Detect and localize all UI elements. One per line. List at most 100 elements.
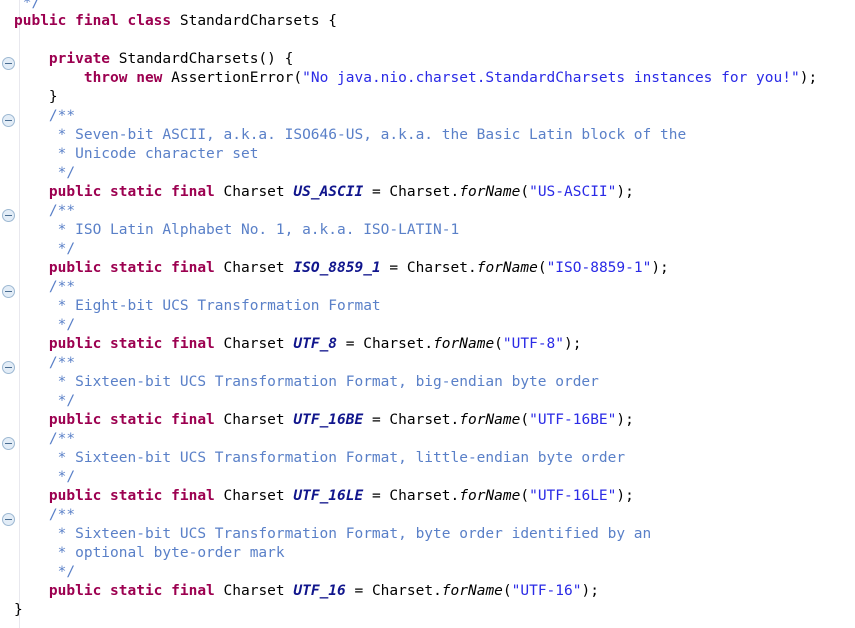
code-token-plain: ( (520, 488, 530, 504)
code-token-str: "UTF-16LE" (529, 488, 617, 504)
code-token-str: "ISO-8859-1" (546, 260, 652, 276)
code-token-jdoc: /** (14, 431, 76, 447)
code-token-smeth: forName (433, 336, 495, 352)
code-token-plain: AssertionError( (162, 70, 303, 86)
code-token-sfield: UTF_16BE (293, 412, 364, 428)
line-javadoc-body-utf-16-2: * optional byte-order mark (14, 544, 285, 563)
line-field-us-ascii: public static final Charset US_ASCII = C… (14, 183, 634, 202)
code-token-plain: ( (502, 583, 512, 599)
code-token-plain: } (14, 602, 23, 618)
code-token-str: "UTF-16" (511, 583, 582, 599)
code-token-plain: ( (520, 184, 530, 200)
code-token-kw: public static final (48, 336, 215, 352)
code-token-plain: ); (616, 412, 634, 428)
line-javadoc-body-utf-8: * Eight-bit UCS Transformation Format (14, 297, 381, 316)
code-token-jdoc: */ (14, 0, 41, 11)
line-javadoc-open-utf-16: /** (14, 506, 75, 525)
code-token-kw: private (48, 51, 111, 67)
code-token-kw: public static final (48, 488, 215, 504)
code-token-smeth: forName (459, 412, 521, 428)
code-token-kw: public static final (48, 583, 215, 599)
line-javadoc-close-iso-8859-1: */ (14, 240, 75, 259)
line-javadoc-open-utf-16be: /** (14, 354, 75, 373)
code-token-plain: ( (520, 412, 530, 428)
line-javadoc-close-utf-8: */ (14, 316, 75, 335)
code-text-area[interactable]: */public final class StandardCharsets { … (0, 0, 855, 628)
line-javadoc-body-utf-16le: * Sixteen-bit UCS Transformation Format,… (14, 449, 625, 468)
code-token-jdoc: /** (14, 108, 76, 124)
code-token-plain: Charset (214, 488, 294, 504)
code-token-jdoc: /** (14, 355, 76, 371)
line-javadoc-close-us-ascii: */ (14, 164, 75, 183)
code-token-plain: ); (581, 583, 599, 599)
code-token-jdoc: * Seven-bit ASCII, a.k.a. ISO646-US, a.k… (14, 127, 687, 143)
code-token-jdoc: /** (14, 507, 76, 523)
line-private-constructor: private StandardCharsets() { (14, 50, 293, 69)
line-constructor-close: } (14, 88, 58, 107)
code-token-plain: Charset (214, 583, 294, 599)
code-token-str: "No java.nio.charset.StandardCharsets in… (302, 70, 800, 86)
code-token-jdoc: */ (14, 469, 76, 485)
code-token-jdoc: */ (14, 317, 76, 333)
line-field-utf-16le: public static final Charset UTF_16LE = C… (14, 487, 634, 506)
line-javadoc-body-utf-16-1: * Sixteen-bit UCS Transformation Format,… (14, 525, 652, 544)
code-token-plain: ( (537, 260, 547, 276)
line-javadoc-close-utf-16: */ (14, 563, 75, 582)
code-token-smeth: forName (441, 583, 503, 599)
line-javadoc-body-us-ascii-1: * Seven-bit ASCII, a.k.a. ISO646-US, a.k… (14, 126, 687, 145)
code-token-plain: = Charset. (345, 583, 442, 599)
code-token-plain: ); (799, 70, 818, 86)
code-token-plain: Charset (214, 184, 294, 200)
code-token-jdoc: * Sixteen-bit UCS Transformation Format,… (14, 450, 626, 466)
code-token-jdoc: * ISO Latin Alphabet No. 1, a.k.a. ISO-L… (14, 222, 460, 238)
code-token-sfield: US_ASCII (293, 184, 364, 200)
code-token-plain: = Charset. (363, 412, 460, 428)
line-javadoc-body-iso-8859-1: * ISO Latin Alphabet No. 1, a.k.a. ISO-L… (14, 221, 460, 240)
code-token-jdoc: */ (14, 393, 76, 409)
code-token-smeth: forName (459, 184, 521, 200)
code-editor[interactable]: */public final class StandardCharsets { … (0, 0, 855, 628)
code-token-str: "UTF-8" (502, 336, 565, 352)
code-token-jdoc: * optional byte-order mark (14, 545, 285, 561)
code-token-plain: ); (616, 184, 634, 200)
code-token-plain: } (14, 89, 58, 105)
code-token-sfield: UTF_16 (293, 583, 346, 599)
line-field-iso-8859-1: public static final Charset ISO_8859_1 =… (14, 259, 669, 278)
code-token-plain: ); (616, 488, 634, 504)
code-token-plain: StandardCharsets() { (110, 51, 294, 67)
line-javadoc-close-utf-16le: */ (14, 468, 75, 487)
code-token-kw: public static final (48, 184, 215, 200)
line-javadoc-open-iso-8859-1: /** (14, 202, 75, 221)
code-token-jdoc: */ (14, 564, 76, 580)
code-token-kw: public static final (48, 412, 215, 428)
code-token-jdoc: * Unicode character set (14, 146, 259, 162)
code-token-plain: Charset (214, 260, 294, 276)
code-token-plain: Charset (214, 412, 294, 428)
code-token-sfield: UTF_8 (293, 336, 338, 352)
line-javadoc-open-us-ascii: /** (14, 107, 75, 126)
line-javadoc-body-us-ascii-2: * Unicode character set (14, 145, 259, 164)
line-field-utf-16: public static final Charset UTF_16 = Cha… (14, 582, 599, 601)
code-token-plain: ( (494, 336, 503, 352)
code-token-kw: public final class (14, 13, 172, 29)
code-token-plain: ); (564, 336, 582, 352)
code-token-plain: = Charset. (363, 488, 460, 504)
code-token-jdoc: * Eight-bit UCS Transformation Format (14, 298, 381, 314)
code-token-sfield: ISO_8859_1 (293, 260, 381, 276)
line-javadoc-open-utf-8: /** (14, 278, 75, 297)
code-token-jdoc: * Sixteen-bit UCS Transformation Format,… (14, 374, 599, 390)
code-token-str: "UTF-16BE" (529, 412, 617, 428)
code-token-jdoc: * Sixteen-bit UCS Transformation Format,… (14, 526, 652, 542)
code-token-kw: public static final (48, 260, 215, 276)
line-field-utf-16be: public static final Charset UTF_16BE = C… (14, 411, 634, 430)
code-token-plain: = Charset. (337, 336, 434, 352)
line-javadoc-open-utf-16le: /** (14, 430, 75, 449)
line-class-close: } (14, 601, 23, 620)
code-token-plain: StandardCharsets { (171, 13, 338, 29)
line-javadoc-close-utf-16be: */ (14, 392, 75, 411)
